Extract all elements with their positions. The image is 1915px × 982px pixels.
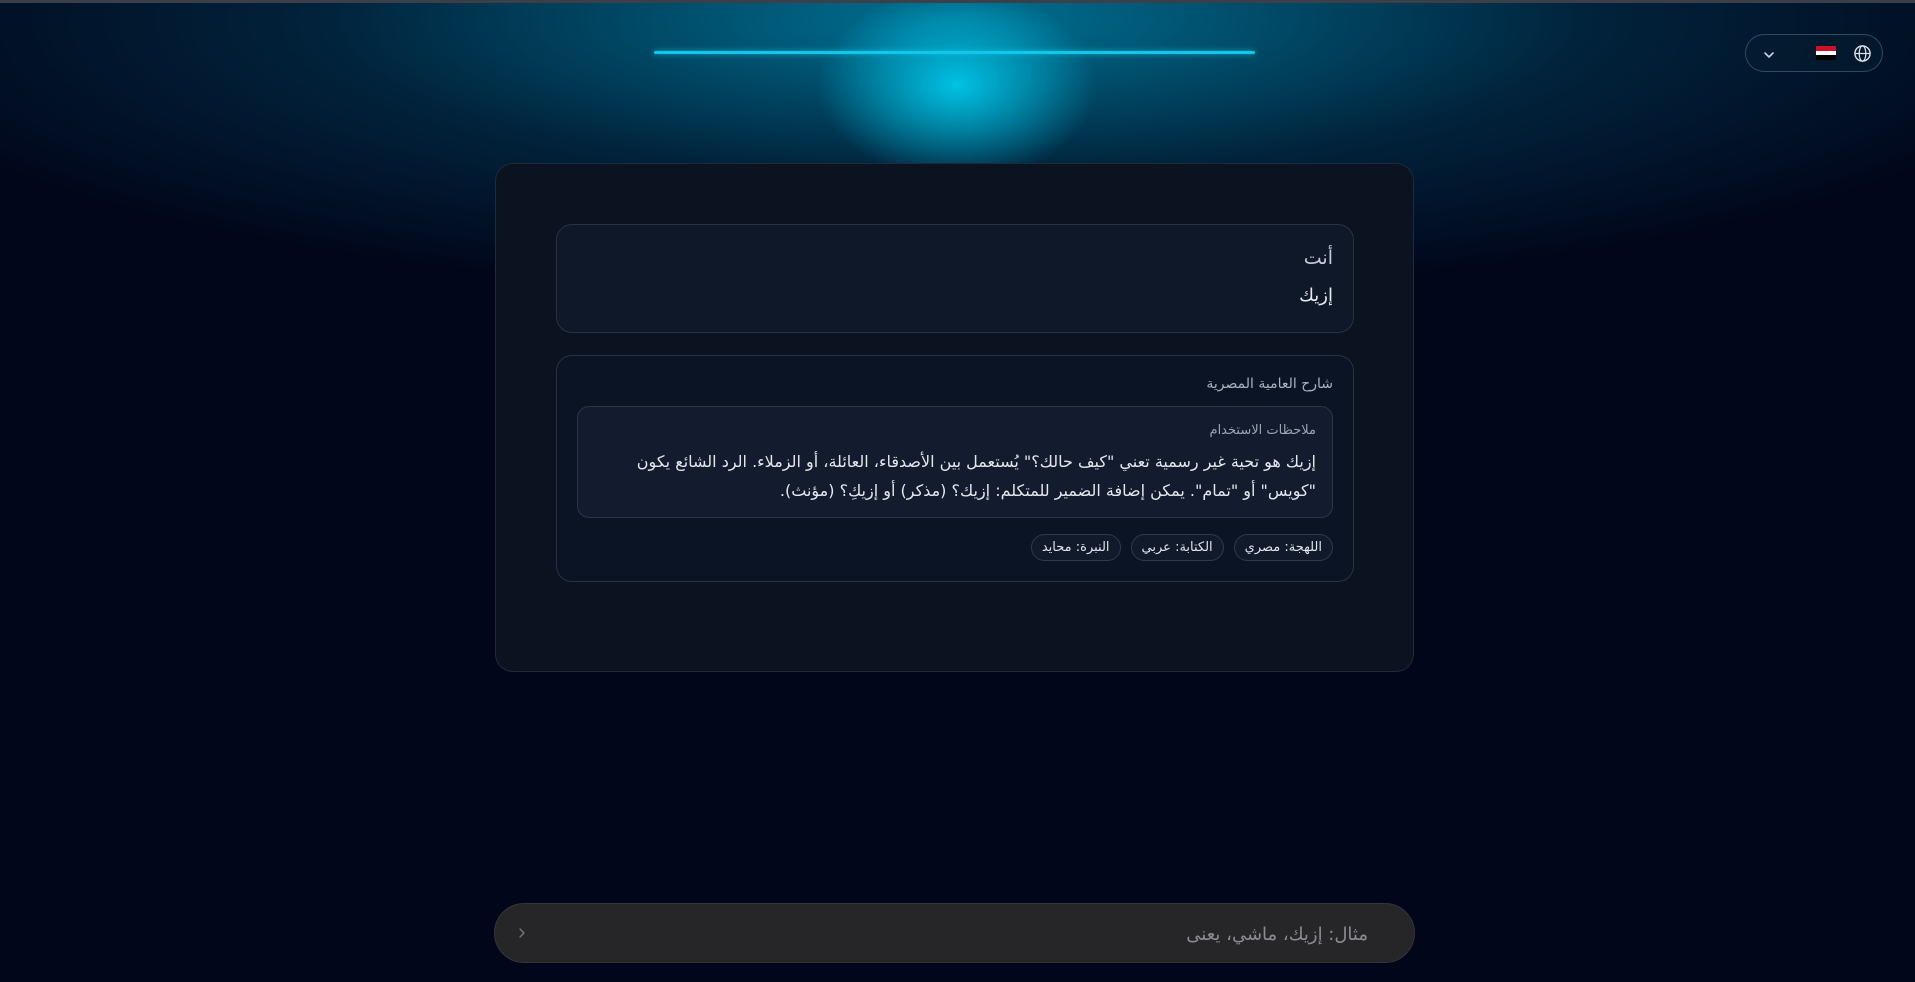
progress-bar xyxy=(654,51,1255,54)
window-top-edge xyxy=(0,0,1915,3)
egypt-flag-icon xyxy=(1816,46,1836,61)
message-text: إزيك xyxy=(1299,285,1333,306)
conversation-panel: أنت إزيك شارح العامية المصرية ملاحظات ال… xyxy=(495,163,1414,672)
usage-notes-title: ملاحظات الاستخدام xyxy=(1209,423,1316,438)
globe-icon xyxy=(1853,44,1872,63)
usage-notes-text: إزيك هو تحية غير رسمية تعني "كيف حالك؟" … xyxy=(636,452,1316,500)
message-composer xyxy=(494,903,1415,964)
message-input[interactable] xyxy=(666,904,1370,964)
tag-list: اللهجة: مصري الكتابة: عربي النبرة: محايد xyxy=(1030,534,1333,561)
explanation-title: شارح العامية المصرية xyxy=(1206,376,1333,392)
user-message-card: أنت إزيك xyxy=(556,224,1354,333)
dialect-tag: اللهجة: مصري xyxy=(1233,534,1333,561)
progress-bar-fill xyxy=(654,51,1255,54)
chevron-down-icon xyxy=(1762,47,1776,61)
script-tag: الكتابة: عربي xyxy=(1130,534,1224,561)
chevron-left-icon xyxy=(516,924,528,943)
message-author: أنت xyxy=(1303,247,1333,269)
usage-notes-box: ملاحظات الاستخدام إزيك هو تحية غير رسمية… xyxy=(577,406,1333,518)
send-button[interactable] xyxy=(511,922,533,944)
explanation-card: شارح العامية المصرية ملاحظات الاستخدام إ… xyxy=(556,355,1354,582)
language-switcher[interactable] xyxy=(1745,34,1883,72)
tone-tag: النبرة: محايد xyxy=(1030,534,1121,561)
